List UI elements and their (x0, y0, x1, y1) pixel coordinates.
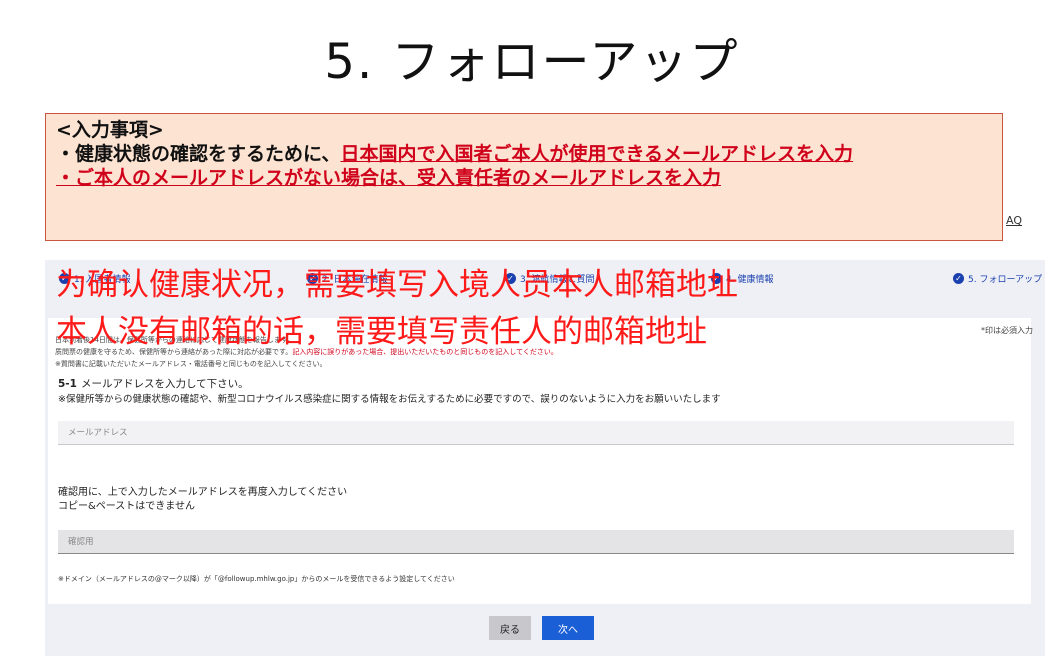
email-input[interactable] (58, 421, 1014, 445)
step-label: 5. フォローアップ (968, 275, 1043, 285)
intro-line: ※質問書に記載いただいたメールアドレス・電話番号と同じものを記入してください。 (55, 360, 327, 368)
confirm-email-input[interactable] (58, 530, 1014, 554)
question-title: 5-1 メールアドレスを入力して下さい。 (58, 376, 249, 391)
back-button[interactable]: 戻る (489, 616, 531, 640)
callout-heading: <入力事項> (56, 119, 164, 141)
faq-link[interactable]: AQ (1006, 214, 1022, 227)
slide-title: 5. フォローアップ (324, 34, 740, 90)
question-note: ※保健所等からの健康状態の確認や、新型コロナウイルス感染症に関する情報をお伝えす… (58, 394, 721, 405)
next-button[interactable]: 次へ (542, 616, 594, 640)
question-text: メールアドレスを入力して下さい。 (80, 378, 249, 390)
callout-line-2: ・ご本人のメールアドレスがない場合は、受入責任者のメールアドレスを入力 (56, 167, 722, 189)
chinese-annotation-line-2: 本人没有邮箱的话，需要填写责任人的邮箱地址 (56, 314, 707, 350)
step-5-current: ✓ 5. フォローアップ (953, 272, 1042, 285)
required-note: *印は必須入力 (981, 326, 1033, 335)
question-number: 5-1 (58, 378, 77, 390)
instruction-callout: <入力事項> ・健康状態の確認をするために、日本国内で入国者ご本人が使用できるメ… (45, 113, 1003, 241)
chinese-annotation-line-1: 为确认健康状况，需要填写入境人员本人邮箱地址 (56, 267, 738, 303)
check-circle-icon: ✓ (953, 273, 964, 284)
callout-line-1: ・健康状態の確認をするために、日本国内で入国者ご本人が使用できるメールアドレスを… (56, 143, 854, 165)
callout-emphasis: 日本国内で入国者ご本人が使用できるメールアドレスを入力 (340, 143, 854, 165)
domain-note: ※ドメイン（メールアドレスの@マーク以降）が「@followup.mhlw.go… (58, 575, 455, 583)
confirm-label: 確認用に、上で入力したメールアドレスを再度入力してください コピー&ペーストはで… (58, 487, 348, 512)
